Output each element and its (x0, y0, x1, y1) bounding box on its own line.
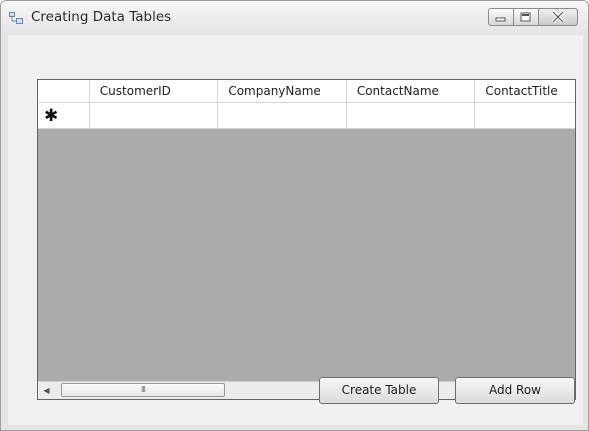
maximize-button[interactable] (513, 8, 538, 26)
grid-cell-contacttitle[interactable] (475, 103, 575, 129)
app-window: Creating Data Tables CustomerID CompanyN… (0, 0, 589, 431)
grid-new-row: ✱ (38, 103, 575, 129)
scrollbar-thumb[interactable]: III (61, 383, 225, 397)
grid-cell-contactname[interactable] (346, 103, 476, 129)
close-icon (551, 10, 565, 24)
minimize-icon (495, 17, 506, 22)
title-bar[interactable]: Creating Data Tables (1, 1, 588, 35)
caption-buttons (488, 8, 578, 27)
grid-column-headers: CustomerID CompanyName ContactName Conta… (38, 80, 575, 103)
create-table-button[interactable]: Create Table (319, 377, 439, 404)
column-header-contacttitle[interactable]: ContactTitle (475, 80, 575, 102)
column-header-customerid[interactable]: CustomerID (90, 80, 219, 102)
grid-corner-header[interactable] (38, 80, 90, 102)
column-header-contactname[interactable]: ContactName (347, 80, 476, 102)
maximize-icon (520, 12, 531, 22)
form-client-area: CustomerID CompanyName ContactName Conta… (8, 35, 583, 425)
new-row-indicator[interactable]: ✱ (38, 103, 90, 129)
grid-cell-customerid[interactable] (89, 103, 219, 129)
grid-cell-companyname[interactable] (218, 103, 347, 129)
column-header-companyname[interactable]: CompanyName (218, 80, 347, 102)
scroll-left-arrow-icon[interactable]: ◀ (38, 382, 55, 399)
minimize-button[interactable] (488, 8, 513, 26)
add-row-button[interactable]: Add Row (455, 377, 575, 404)
window-title: Creating Data Tables (31, 9, 172, 25)
form-icon (9, 12, 23, 24)
close-button[interactable] (538, 8, 578, 26)
data-grid-view[interactable]: CustomerID CompanyName ContactName Conta… (37, 79, 576, 400)
